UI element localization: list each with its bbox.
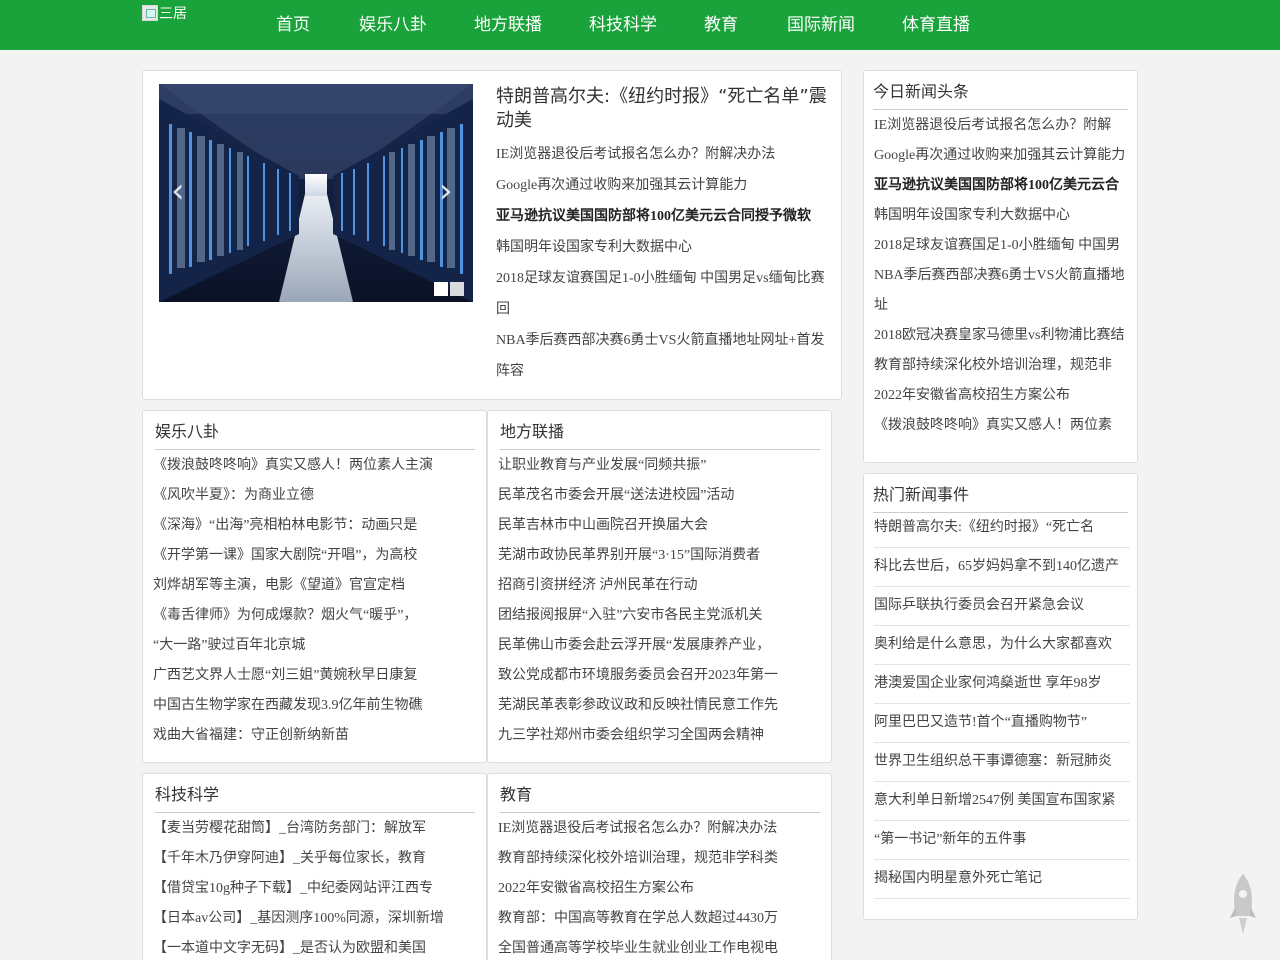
list-item[interactable]: 团结报阅报屏“入驻”六安市各民主党派机关	[498, 601, 823, 631]
list-item[interactable]: NBA季后赛西部决赛6勇士VS火箭直播地	[874, 261, 1130, 291]
datacenter-image	[159, 84, 473, 302]
entertainment-title: 娱乐八卦	[155, 418, 475, 450]
featured-title[interactable]: 特朗普高尔夫:《纽约时报》“死亡名单”震动美	[496, 85, 828, 133]
list-item[interactable]: 《拨浪鼓咚咚响》真实又感人！两位素	[874, 411, 1130, 441]
slider-dot-1[interactable]	[434, 282, 448, 296]
tech-list: 【麦当劳樱花甜筒】_台湾防务部门：解放军 【千年木乃伊穿阿迪】_关乎每位家长，教…	[153, 814, 478, 960]
list-item[interactable]: 让职业教育与产业发展“同频共振”	[498, 451, 823, 481]
headlines-list: IE浏览器退役后考试报名怎么办？附解 Google再次通过收购来加强其云计算能力…	[874, 111, 1130, 441]
list-item[interactable]: IE浏览器退役后考试报名怎么办？附解决办法	[498, 814, 823, 844]
education-list: IE浏览器退役后考试报名怎么办？附解决办法 教育部持续深化校外培训治理，规范非学…	[498, 814, 823, 960]
list-item[interactable]: 2018足球友谊赛国足1-0小胜缅甸 中国男	[874, 231, 1130, 261]
featured-item[interactable]: Google再次通过收购来加强其云计算能力	[496, 170, 828, 201]
list-item[interactable]: 《深海》“出海”亮相柏林电影节：动画只是	[153, 511, 478, 541]
featured-item[interactable]: 韩国明年设国家专利大数据中心	[496, 232, 828, 263]
list-item[interactable]: 特朗普高尔夫:《纽约时报》“死亡名	[874, 509, 1130, 548]
list-item[interactable]: 世界卫生组织总干事谭德塞：新冠肺炎	[874, 743, 1130, 782]
broken-image-icon	[142, 5, 158, 21]
list-item[interactable]: 招商引资拼经济 泸州民革在行动	[498, 571, 823, 601]
list-item[interactable]: 中国古生物学家在西藏发现3.9亿年前生物礁	[153, 691, 478, 721]
local-title: 地方联播	[500, 418, 820, 450]
list-item[interactable]: 民革吉林市中山画院召开换届大会	[498, 511, 823, 541]
entertainment-list: 《拨浪鼓咚咚响》真实又感人！两位素人主演 《风吹半夏》：为商业立德 《深海》“出…	[153, 451, 478, 751]
nav-education[interactable]: 教育	[704, 0, 738, 50]
list-item[interactable]: 【日本av公司】_基因测序100%同源，深圳新增	[153, 904, 478, 934]
featured-item[interactable]: 2018足球友谊赛国足1-0小胜缅甸 中国男足vs缅甸比赛回	[496, 263, 828, 325]
list-item[interactable]: 【千年木乃伊穿阿迪】_关乎每位家长，教育	[153, 844, 478, 874]
nav-local[interactable]: 地方联播	[474, 0, 542, 50]
list-item[interactable]: 《拨浪鼓咚咚响》真实又感人！两位素人主演	[153, 451, 478, 481]
slider-next-icon[interactable]: ›	[439, 174, 453, 208]
tech-title: 科技科学	[155, 781, 475, 813]
list-item[interactable]: 《毒舌律师》为何成爆款？烟火气“暖乎”，	[153, 601, 478, 631]
list-item[interactable]: 亚马逊抗议美国国防部将100亿美元云合	[874, 171, 1130, 201]
list-item[interactable]: 址	[874, 291, 1130, 321]
top-navbar: 三居 首页 娱乐八卦 地方联播 科技科学 教育 国际新闻 体育直播	[0, 0, 1280, 50]
featured-item[interactable]: NBA季后赛西部决赛6勇士VS火箭直播地址网址+首发阵容	[496, 325, 828, 387]
list-item[interactable]: 民革茂名市委会开展“送法进校园”活动	[498, 481, 823, 511]
nav-international[interactable]: 国际新闻	[787, 0, 855, 50]
featured-item[interactable]: 亚马逊抗议美国国防部将100亿美元云合同授予微软	[496, 201, 828, 232]
headlines-title: 今日新闻头条	[873, 78, 1128, 110]
list-item[interactable]: 全国普通高等学校毕业生就业创业工作电视电	[498, 934, 823, 960]
list-item[interactable]: 民革佛山市委会赴云浮开展“发展康养产业，	[498, 631, 823, 661]
logo-alt-text: 三居	[159, 7, 187, 22]
nav-sports[interactable]: 体育直播	[902, 0, 970, 50]
list-item[interactable]: 九三学社郑州市委会组织学习全国两会精神	[498, 721, 823, 751]
list-item[interactable]: 《开学第一课》国家大剧院“开唱”，为高校	[153, 541, 478, 571]
list-item[interactable]: 【借贷宝10g种子下载】_中纪委网站评江西专	[153, 874, 478, 904]
list-item[interactable]: “第一书记”新年的五件事	[874, 821, 1130, 860]
list-item[interactable]: 奥利给是什么意思，为什么大家都喜欢	[874, 626, 1130, 665]
list-item[interactable]: 港澳爱国企业家何鸿燊逝世 享年98岁	[874, 665, 1130, 704]
list-item[interactable]: 教育部持续深化校外培训治理，规范非	[874, 351, 1130, 381]
list-item[interactable]: 教育部持续深化校外培训治理，规范非学科类	[498, 844, 823, 874]
slider-dots	[434, 282, 464, 296]
list-item[interactable]: 致公党成都市环境服务委员会召开2023年第一	[498, 661, 823, 691]
list-item[interactable]: 韩国明年设国家专利大数据中心	[874, 201, 1130, 231]
list-item[interactable]: 戏曲大省福建：守正创新纳新苗	[153, 721, 478, 751]
list-item[interactable]: 2022年安徽省高校招生方案公布	[498, 874, 823, 904]
nav-tech[interactable]: 科技科学	[589, 0, 657, 50]
list-item[interactable]: 科比去世后，65岁妈妈拿不到140亿遗产	[874, 548, 1130, 587]
list-item[interactable]: 教育部：中国高等教育在学总人数超过4430万	[498, 904, 823, 934]
education-title: 教育	[500, 781, 820, 813]
featured-list: IE浏览器退役后考试报名怎么办？附解决办法 Google再次通过收购来加强其云计…	[496, 139, 828, 387]
list-item[interactable]: “大一路”驶过百年北京城	[153, 631, 478, 661]
local-list: 让职业教育与产业发展“同频共振” 民革茂名市委会开展“送法进校园”活动 民革吉林…	[498, 451, 823, 751]
list-item[interactable]: Google再次通过收购来加强其云计算能力	[874, 141, 1130, 171]
list-item[interactable]: 《风吹半夏》：为商业立德	[153, 481, 478, 511]
list-item[interactable]: 2018欧冠决赛皇家马德里vs利物浦比赛结	[874, 321, 1130, 351]
rocket-icon[interactable]	[1228, 872, 1258, 936]
nav-entertainment[interactable]: 娱乐八卦	[359, 0, 427, 50]
list-item[interactable]: 揭秘国内明星意外死亡笔记	[874, 860, 1130, 899]
list-item[interactable]: 【一本道中文字无码】_是否认为欧盟和美国	[153, 934, 478, 960]
featured-item[interactable]: IE浏览器退役后考试报名怎么办？附解决办法	[496, 139, 828, 170]
hot-list: 特朗普高尔夫:《纽约时报》“死亡名 科比去世后，65岁妈妈拿不到140亿遗产 国…	[874, 509, 1130, 899]
list-item[interactable]: 芜湖民革表彰参政议政和反映社情民意工作先	[498, 691, 823, 721]
nav-home[interactable]: 首页	[276, 0, 310, 50]
list-item[interactable]: 芜湖市政协民革界别开展“3·15”国际消费者	[498, 541, 823, 571]
list-item[interactable]: 国际乒联执行委员会召开紧急会议	[874, 587, 1130, 626]
list-item[interactable]: 意大利单日新增2547例 美国宣布国家紧	[874, 782, 1130, 821]
slider-prev-icon[interactable]: ‹	[171, 174, 185, 208]
slider-dot-2[interactable]	[450, 282, 464, 296]
site-logo[interactable]: 三居	[142, 3, 187, 23]
list-item[interactable]: 刘烨胡军等主演，电影《望道》官宣定档	[153, 571, 478, 601]
list-item[interactable]: 2022年安徽省高校招生方案公布	[874, 381, 1130, 411]
image-slider[interactable]: ‹ ›	[159, 84, 473, 302]
list-item[interactable]: 广西艺文界人士愿“刘三姐”黄婉秋早日康复	[153, 661, 478, 691]
list-item[interactable]: 阿里巴巴又造节!首个“直播购物节”	[874, 704, 1130, 743]
list-item[interactable]: IE浏览器退役后考试报名怎么办？附解	[874, 111, 1130, 141]
list-item[interactable]: 【麦当劳樱花甜筒】_台湾防务部门：解放军	[153, 814, 478, 844]
